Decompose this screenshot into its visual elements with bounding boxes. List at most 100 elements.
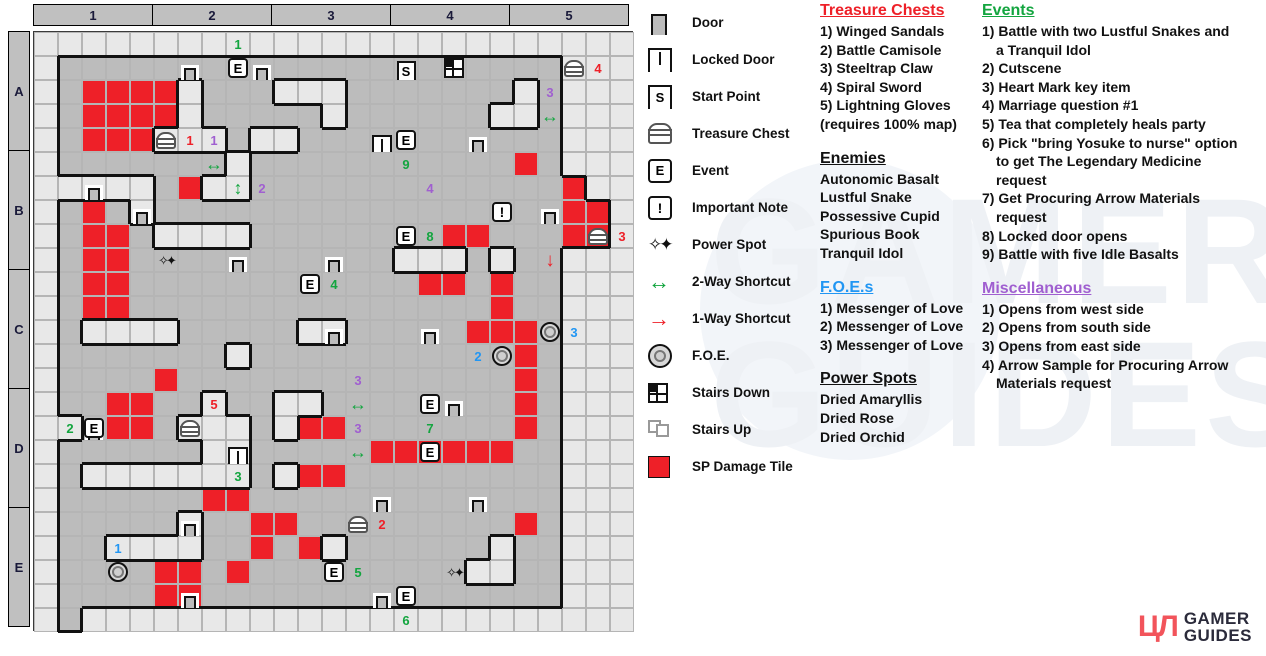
map-cell[interactable] [322,488,346,512]
map-cell[interactable] [466,56,490,80]
map-cell[interactable] [202,320,226,344]
map-cell[interactable] [586,32,610,56]
map-cell[interactable] [82,224,106,248]
map-cell[interactable] [394,176,418,200]
map-cell[interactable] [274,296,298,320]
map-cell[interactable] [418,200,442,224]
map-cell[interactable] [322,608,346,632]
map-cell[interactable] [82,464,106,488]
map-cell[interactable] [154,368,178,392]
map-cell[interactable] [466,608,490,632]
map-cell[interactable] [106,224,130,248]
map-cell[interactable] [130,104,154,128]
map-cell[interactable] [106,488,130,512]
map-cell[interactable] [322,416,346,440]
map-cell[interactable] [154,344,178,368]
map-cell[interactable] [154,176,178,200]
map-cell[interactable] [394,560,418,584]
map-cell[interactable] [106,608,130,632]
map-cell[interactable] [538,32,562,56]
map-cell[interactable] [202,56,226,80]
map-cell[interactable] [322,32,346,56]
map-cell[interactable] [154,320,178,344]
map-cell[interactable] [322,584,346,608]
map-cell[interactable] [250,512,274,536]
map-grid[interactable]: 1 E S 4 3 ↔ 1 1 E ↔ 9 ↕ 2 4! E 8 3 ✧✦ ↓ E 4 3 2 3 5 ↔ E 2 E 3 7 E ↔ 3 2 1 E 5… [33,31,634,633]
map-cell[interactable] [562,440,586,464]
map-cell[interactable] [34,128,58,152]
map-cell[interactable] [154,272,178,296]
map-cell[interactable] [370,416,394,440]
map-cell[interactable] [82,560,106,584]
map-cell[interactable] [346,152,370,176]
map-cell[interactable] [130,248,154,272]
map-cell[interactable] [586,512,610,536]
map-cell[interactable] [538,512,562,536]
map-cell[interactable] [82,368,106,392]
map-cell[interactable] [490,272,514,296]
map-cell[interactable] [154,440,178,464]
map-cell[interactable] [346,272,370,296]
map-cell[interactable] [562,488,586,512]
map-cell[interactable] [130,488,154,512]
map-cell[interactable] [394,104,418,128]
map-cell[interactable] [466,440,490,464]
map-cell[interactable] [106,128,130,152]
map-cell[interactable] [274,248,298,272]
map-cell[interactable] [322,224,346,248]
map-cell[interactable] [202,464,226,488]
map-cell[interactable] [106,176,130,200]
map-cell[interactable] [202,200,226,224]
map-cell[interactable] [442,584,466,608]
map-cell[interactable] [34,296,58,320]
map-cell[interactable] [58,512,82,536]
map-cell[interactable] [418,560,442,584]
map-cell[interactable] [250,320,274,344]
map-cell[interactable] [154,296,178,320]
map-cell[interactable] [562,104,586,128]
map-cell[interactable] [466,368,490,392]
map-cell[interactable] [154,536,178,560]
map-cell[interactable] [394,368,418,392]
map-cell[interactable] [370,176,394,200]
map-cell[interactable] [82,56,106,80]
map-cell[interactable] [106,296,130,320]
map-cell[interactable] [490,536,514,560]
map-cell[interactable] [418,248,442,272]
map-cell[interactable] [610,320,634,344]
map-cell[interactable] [442,128,466,152]
map-cell[interactable] [538,56,562,80]
map-cell[interactable] [130,296,154,320]
map-cell[interactable] [130,176,154,200]
map-cell[interactable] [250,416,274,440]
map-cell[interactable] [610,392,634,416]
map-cell[interactable] [322,56,346,80]
map-cell[interactable] [346,464,370,488]
map-cell[interactable] [226,104,250,128]
map-cell[interactable] [178,344,202,368]
map-cell[interactable] [34,560,58,584]
map-cell[interactable] [562,176,586,200]
map-cell[interactable] [34,392,58,416]
map-cell[interactable] [130,32,154,56]
map-cell[interactable] [442,320,466,344]
map-cell[interactable] [490,392,514,416]
map-cell[interactable] [58,248,82,272]
map-cell[interactable] [466,320,490,344]
map-cell[interactable] [34,80,58,104]
map-cell[interactable] [394,464,418,488]
map-cell[interactable] [586,560,610,584]
map-cell[interactable] [34,512,58,536]
map-cell[interactable] [130,440,154,464]
map-cell[interactable] [298,536,322,560]
map-cell[interactable] [370,80,394,104]
map-cell[interactable] [250,536,274,560]
map-cell[interactable] [610,152,634,176]
map-cell[interactable] [250,272,274,296]
map-cell[interactable] [370,272,394,296]
map-cell[interactable] [514,416,538,440]
map-cell[interactable] [82,104,106,128]
map-cell[interactable] [130,272,154,296]
map-cell[interactable] [178,536,202,560]
map-cell[interactable] [274,584,298,608]
